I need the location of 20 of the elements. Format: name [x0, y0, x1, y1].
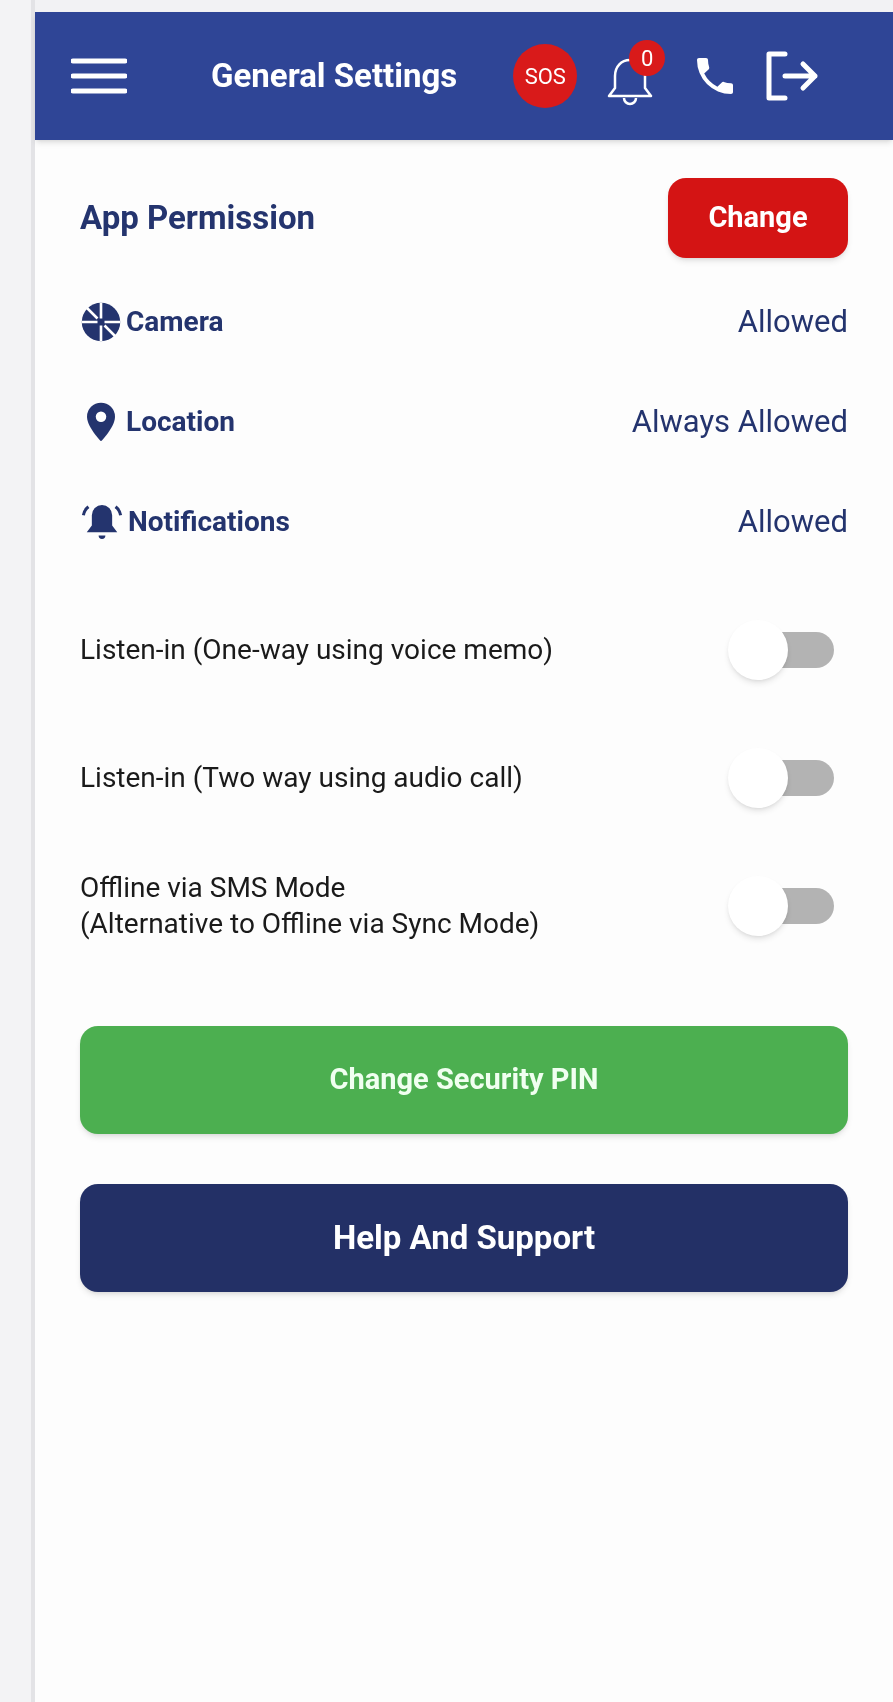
screen-title: General Settings — [211, 55, 458, 98]
toggle-switch[interactable] — [728, 748, 834, 808]
setting-label: Listen-in (Two way using audio call) — [80, 760, 523, 796]
permission-label: Location — [126, 404, 235, 440]
camera-shutter-icon — [80, 301, 122, 343]
setting-label: Listen-in (One-way using voice memo) — [80, 632, 553, 668]
menu-icon[interactable] — [71, 56, 127, 96]
setting-label: Offline via SMS Mode (Alternative to Offline via Sync Mode) — [80, 870, 540, 942]
permission-status: Allowed — [737, 501, 848, 542]
permission-label: Notifications — [128, 504, 290, 540]
permission-status: Allowed — [737, 301, 848, 342]
change-button[interactable]: Change — [668, 178, 848, 258]
permission-label: Camera — [126, 304, 224, 340]
toggle-switch[interactable] — [728, 876, 834, 936]
help-button[interactable]: Help And Support — [80, 1184, 848, 1292]
permission-status: Always Allowed — [631, 401, 848, 442]
section-title: App Permission — [80, 197, 316, 240]
toggle-switch[interactable] — [728, 620, 834, 680]
sos-button[interactable]: SOS — [513, 44, 578, 108]
notification-badge: 0 — [629, 40, 666, 76]
